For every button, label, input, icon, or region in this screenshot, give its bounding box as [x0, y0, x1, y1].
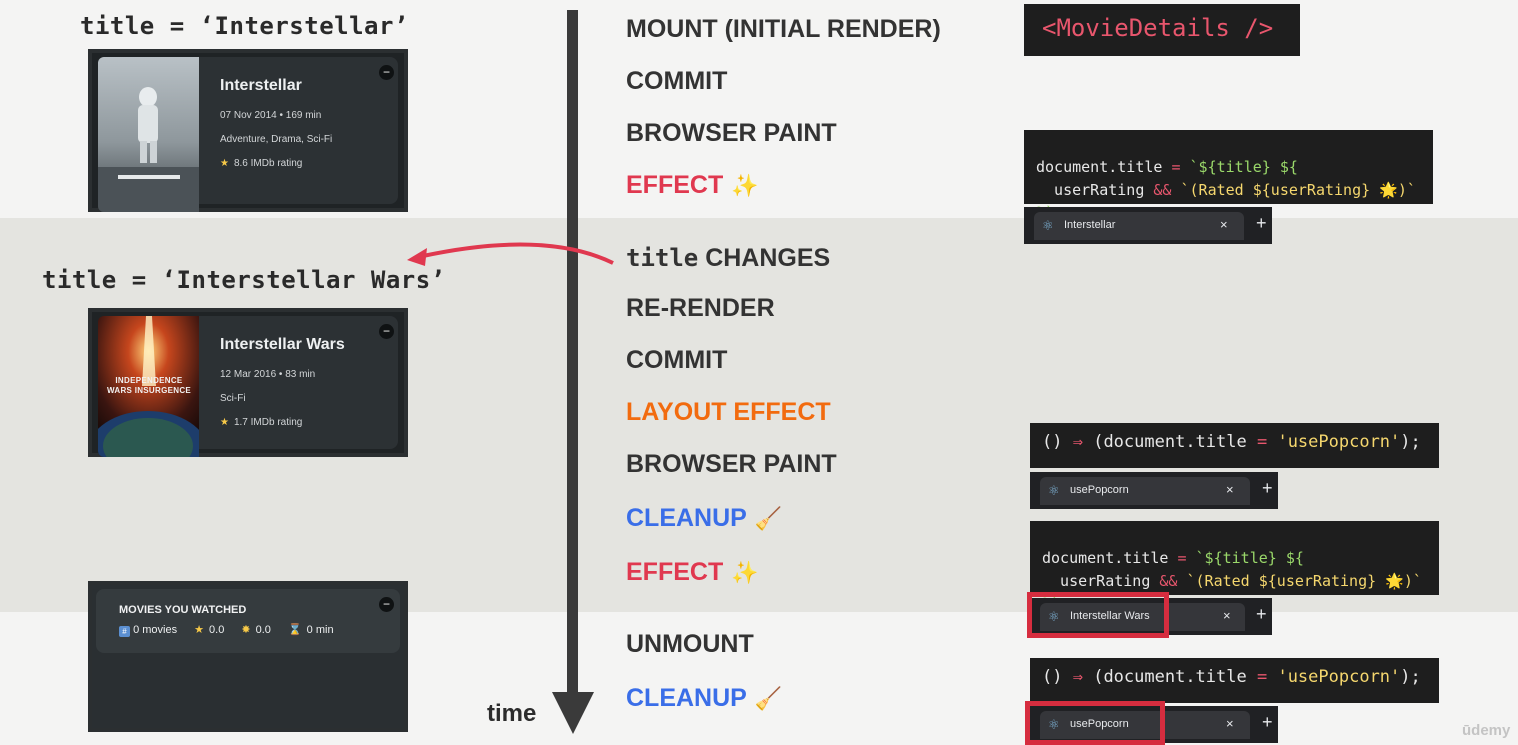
close-icon[interactable]: × [1226, 482, 1234, 497]
summary-heading: MOVIES YOU WATCHED [119, 604, 247, 616]
broom-icon: 🧹 [754, 686, 783, 711]
sparkles-icon: ✨ [731, 173, 759, 198]
movie-title: Interstellar Wars [220, 336, 345, 353]
highlight-box [1027, 592, 1169, 638]
browser-tab-bar: ⚛ usePopcorn × + [1030, 472, 1278, 509]
title-initial-label: title = ‘Interstellar’ [80, 12, 409, 40]
movie-rating-text: 8.6 IMDb rating [233, 158, 303, 169]
new-tab-icon[interactable]: + [1262, 712, 1273, 733]
movie-genres: Sci-Fi [220, 393, 246, 404]
step-browser-paint-update: BROWSER PAINT [626, 450, 837, 478]
summary-imdb-avg: 0.0 [209, 624, 225, 636]
sparkles-icon: ✨ [731, 560, 759, 585]
step-effect-update: EFFECT ✨ [626, 558, 759, 587]
poster-interstellar [98, 57, 199, 212]
browser-tab[interactable]: ⚛ usePopcorn × [1040, 477, 1250, 505]
summary-stats: # 0 movies ★ 0.0 ✸ 0.0 ⌛ 0 min [119, 623, 334, 637]
step-cleanup-label: CLEANUP [626, 684, 747, 712]
step-cleanup-label: CLEANUP [626, 504, 747, 532]
step-browser-paint-initial: BROWSER PAINT [626, 119, 837, 147]
step-effect-initial: EFFECT ✨ [626, 171, 759, 200]
movie-date-runtime: 07 Nov 2014 • 169 min [220, 110, 322, 121]
time-label: time [487, 700, 537, 727]
title-change-arrow [407, 242, 614, 266]
star-icon: ★ [220, 158, 229, 169]
step-commit-update: COMMIT [626, 346, 728, 374]
new-tab-icon[interactable]: + [1262, 478, 1273, 499]
hourglass-icon: ⌛ [287, 624, 302, 636]
browser-tab-bar: ⚛ Interstellar × + [1024, 207, 1272, 244]
udemy-watermark: ūdemy [1462, 722, 1511, 739]
step-effect-label: EFFECT [626, 558, 724, 586]
step-unmount: UNMOUNT [626, 630, 754, 658]
step-mount: MOUNT (INITIAL RENDER) [626, 15, 941, 43]
timeline-arrow [552, 10, 594, 734]
effect-code-block: document.title = `${title} ${ userRating… [1030, 521, 1439, 613]
star-icon: ★ [194, 624, 205, 636]
step-commit-initial: COMMIT [626, 67, 728, 95]
sparkle-star-icon: ✸ [241, 624, 251, 636]
watched-summary-card: MOVIES YOU WATCHED # 0 movies ★ 0.0 ✸ 0.0 … [88, 581, 408, 732]
movie-genres: Adventure, Drama, Sci-Fi [220, 134, 333, 145]
movie-card-interstellar: Interstellar 07 Nov 2014 • 169 min Adven… [88, 49, 408, 212]
movie-date-runtime: 12 Mar 2016 • 83 min [220, 369, 316, 380]
step-effect-label: EFFECT [626, 171, 724, 199]
step-title-changes: title CHANGES [626, 244, 830, 273]
title-changed-label: title = ‘Interstellar Wars’ [42, 266, 446, 294]
step-layout-effect: LAYOUT EFFECT [626, 398, 831, 426]
cleanup-code-block: () ⇒ (document.title = 'usePopcorn'); [1030, 423, 1439, 468]
movie-rating-text: 1.7 IMDb rating [233, 417, 303, 428]
step-rerender: RE-RENDER [626, 294, 775, 322]
component-name: <MovieDetails /> [1042, 14, 1274, 42]
movie-card-interstellar-wars: INDEPENDENCE WARS INSURGENCE Interstella… [88, 308, 408, 457]
summary-user-avg: 0.0 [255, 624, 271, 636]
title-code-word: title [626, 244, 699, 272]
cleanup-code-block: () ⇒ (document.title = 'usePopcorn'); [1030, 658, 1439, 703]
close-icon[interactable]: × [1226, 716, 1234, 731]
toggle-button[interactable]: − [379, 597, 394, 612]
poster-caption: INDEPENDENCE WARS INSURGENCE [106, 376, 192, 395]
tab-title: usePopcorn [1070, 484, 1129, 496]
summary-runtime: 0 min [306, 624, 334, 636]
close-icon[interactable]: × [1220, 217, 1228, 232]
step-cleanup-update: CLEANUP 🧹 [626, 504, 782, 533]
component-badge: <MovieDetails /> [1024, 4, 1300, 56]
effect-code-block: document.title = `${title} ${ userRating… [1024, 130, 1433, 222]
react-icon: ⚛ [1048, 483, 1060, 498]
broom-icon: 🧹 [754, 506, 783, 531]
changes-word: CHANGES [705, 244, 831, 272]
hashtag-icon: # [119, 626, 130, 637]
summary-movie-count: 0 movies [133, 624, 178, 636]
remove-movie-button[interactable]: − [379, 65, 394, 80]
new-tab-icon[interactable]: + [1256, 604, 1267, 625]
tab-title: Interstellar [1064, 219, 1116, 231]
star-icon: ★ [220, 417, 229, 428]
remove-movie-button[interactable]: − [379, 324, 394, 339]
close-icon[interactable]: × [1223, 608, 1231, 623]
react-icon: ⚛ [1042, 218, 1054, 233]
browser-tab[interactable]: ⚛ Interstellar × [1034, 212, 1244, 240]
highlight-box [1025, 701, 1165, 745]
step-cleanup-unmount: CLEANUP 🧹 [626, 684, 782, 713]
movie-rating: ★ 8.6 IMDb rating [220, 158, 302, 169]
movie-rating: ★ 1.7 IMDb rating [220, 417, 302, 428]
new-tab-icon[interactable]: + [1256, 213, 1267, 234]
movie-title: Interstellar [220, 77, 302, 94]
